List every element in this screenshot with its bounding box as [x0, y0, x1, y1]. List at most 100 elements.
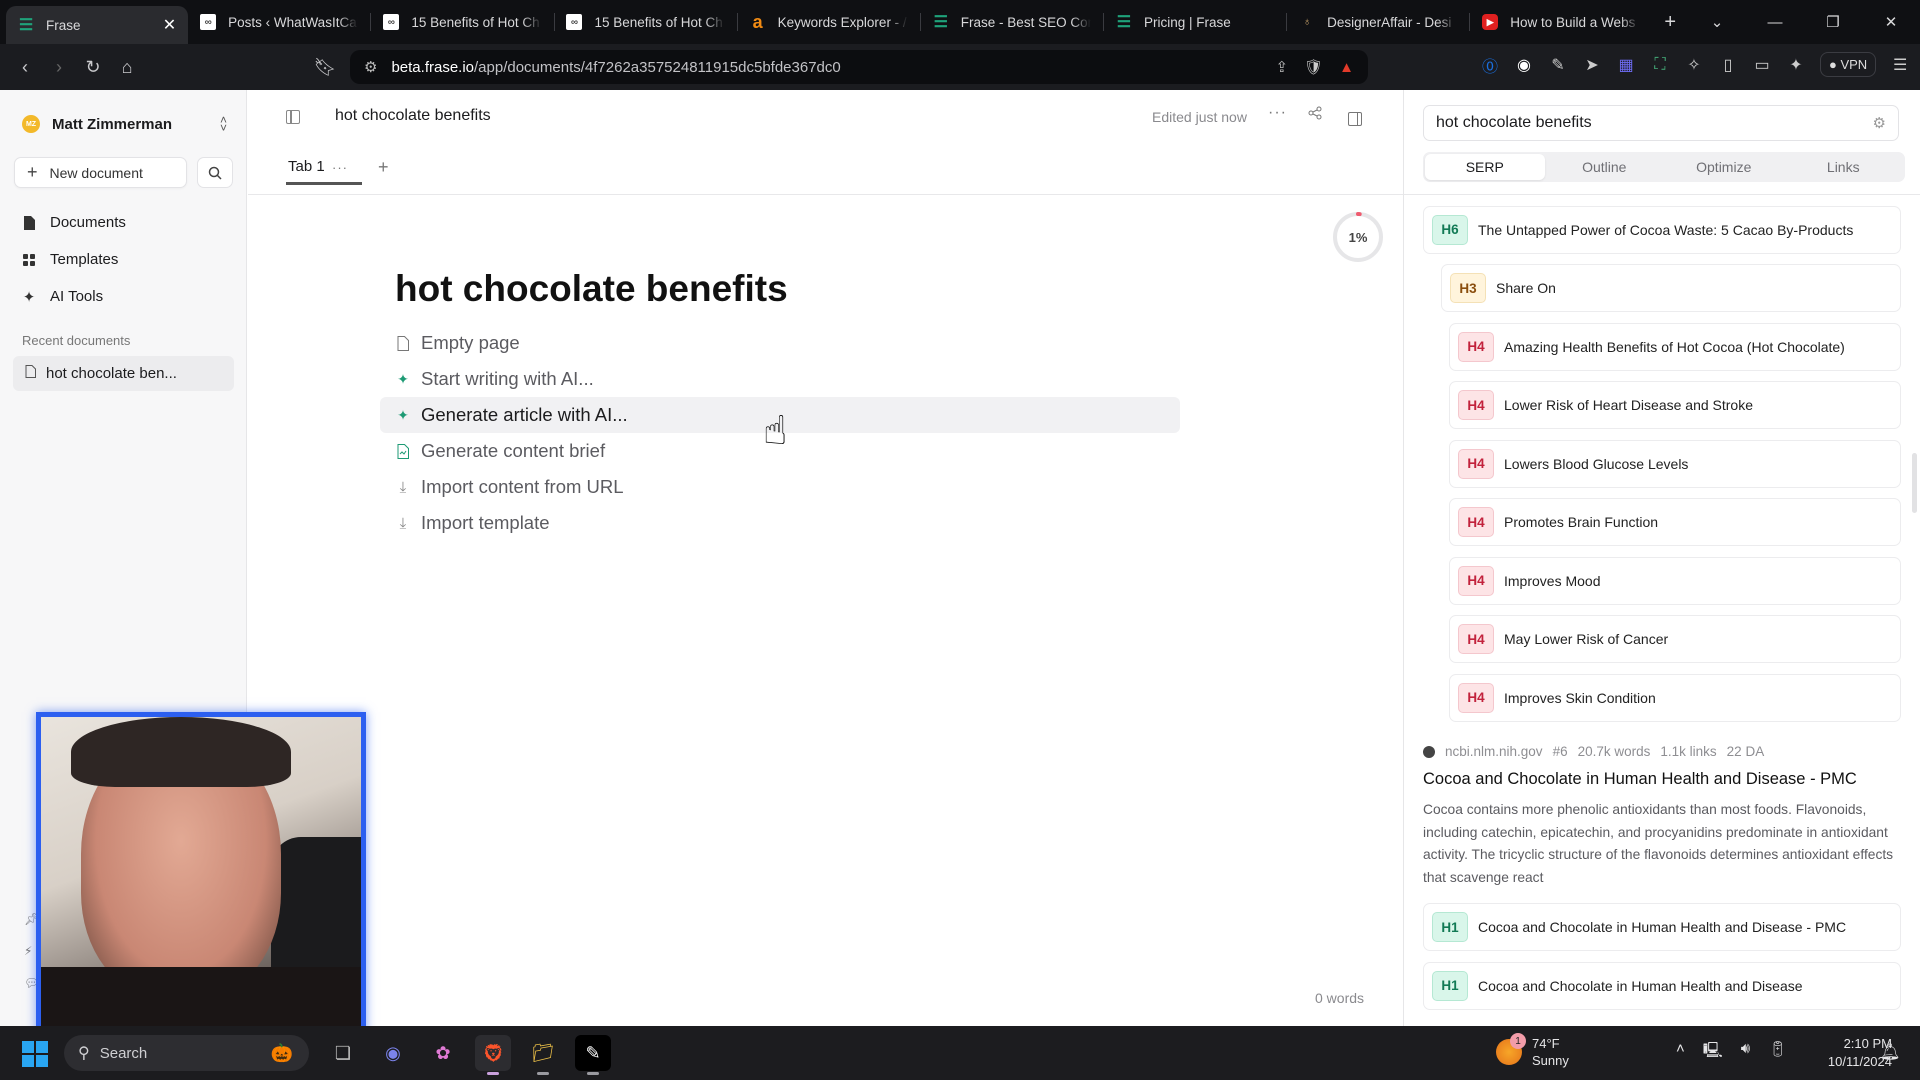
tab-1[interactable]: Tab 1: [286, 150, 362, 185]
tab-links[interactable]: Links: [1784, 154, 1904, 180]
close-tab-icon[interactable]: ✕: [163, 15, 176, 35]
leo-ai-icon[interactable]: ✦: [1786, 55, 1806, 75]
restore-icon[interactable]: ❐: [1804, 13, 1862, 31]
back-icon[interactable]: ‹: [8, 57, 42, 78]
address-bar[interactable]: ⚙︎ beta.frase.io/app/documents/4f7262a35…: [350, 50, 1368, 84]
heading-item[interactable]: H4 Lowers Blood Glucose Levels: [1449, 439, 1901, 488]
heading-item[interactable]: H4 Improves Mood: [1449, 556, 1901, 605]
battery-icon[interactable]: 🔋︎: [1768, 1040, 1787, 1065]
heading-item[interactable]: H4 Lower Risk of Heart Disease and Stroke: [1449, 381, 1901, 429]
bookmark-icon[interactable]: 🔖︎: [308, 57, 342, 78]
home-icon[interactable]: ⌂: [110, 57, 144, 78]
document-name[interactable]: hot chocolate benefits: [335, 107, 491, 125]
tab-more-icon[interactable]: ···: [332, 160, 348, 175]
forward-icon[interactable]: ›: [42, 57, 76, 78]
menu-icon[interactable]: ☰: [1890, 55, 1910, 75]
brave-shields-icon[interactable]: 🛡︎: [1304, 58, 1323, 76]
start-writing-ai-option[interactable]: ✦ Start writing with AI...: [380, 361, 1180, 397]
file-icon: [395, 335, 411, 351]
search-button[interactable]: [197, 157, 233, 188]
volume-icon[interactable]: 🔊︎: [1741, 1040, 1750, 1065]
weather-widget[interactable]: 1 74°F Sunny: [1496, 1033, 1569, 1069]
brave-rewards-icon[interactable]: ▲: [1339, 59, 1354, 76]
heading-item[interactable]: H1 Cocoa and Chocolate in Human Health an…: [1423, 903, 1901, 951]
extensions-icon[interactable]: ✧: [1684, 55, 1704, 75]
taskbar-search[interactable]: ⚲ Search 🎃: [64, 1035, 309, 1071]
tab-search-icon[interactable]: ⌄: [1688, 13, 1746, 31]
start-button[interactable]: [22, 1041, 48, 1067]
translate-extension-icon[interactable]: ▦: [1616, 55, 1636, 75]
brave-browser-icon[interactable]: 🦁︎: [475, 1035, 511, 1075]
minimize-icon[interactable]: —: [1746, 14, 1804, 31]
browser-tab[interactable]: ☰ Frase ✕: [6, 6, 189, 44]
search-icon: ⚲: [78, 1045, 90, 1062]
workspace-switcher[interactable]: MZ Matt Zimmerman ˄ ˅: [22, 112, 227, 136]
heading-item[interactable]: H3 Share On: [1441, 264, 1901, 312]
share-icon[interactable]: [1308, 106, 1322, 125]
heading-item[interactable]: H6 The Untapped Power of Cocoa Waste: 5 C…: [1423, 205, 1901, 254]
heading-level-badge: H4: [1458, 624, 1494, 654]
toggle-sidebar-icon[interactable]: [286, 110, 300, 124]
browser-tab[interactable]: ▶ How to Build a Webs: [1470, 5, 1652, 39]
wallet-icon[interactable]: ▭: [1752, 55, 1772, 75]
heading-item[interactable]: H4 May Lower Risk of Cancer: [1449, 615, 1901, 663]
heading-item[interactable]: H1 Cocoa and Chocolate in Human Health an…: [1423, 961, 1901, 1010]
tab-optimize[interactable]: Optimize: [1664, 154, 1784, 180]
share-icon[interactable]: ⇪: [1276, 58, 1289, 76]
screenshot-extension-icon[interactable]: ⛶: [1650, 55, 1670, 75]
recent-document-item[interactable]: hot chocolate ben...: [13, 356, 234, 391]
keyword-input[interactable]: hot chocolate benefits ⚙︎: [1423, 105, 1899, 141]
chevron-up-icon[interactable]: ˄: [1676, 1040, 1685, 1065]
more-options-icon[interactable]: ···: [1268, 104, 1287, 122]
sidebar-item-ai-tools[interactable]: ✦ AI Tools: [22, 278, 232, 315]
sidebar-icon[interactable]: ▯: [1718, 55, 1738, 75]
clock[interactable]: 2:10 PM 10/11/2024: [1800, 1035, 1892, 1071]
notification-bell-icon[interactable]: 🔔︎: [1880, 1042, 1900, 1062]
sidebar-item-templates[interactable]: Templates: [22, 241, 232, 278]
vpn-button[interactable]: ● VPN: [1820, 52, 1877, 77]
scrollbar[interactable]: [1912, 453, 1917, 513]
import-template-option[interactable]: ⤓ Import template: [380, 505, 1180, 541]
browser-tab[interactable]: ♁ DesignerAffair - Desi: [1287, 5, 1469, 39]
browser-tab[interactable]: a Keywords Explorer - /: [738, 5, 920, 39]
heading-item[interactable]: H4 Promotes Brain Function: [1449, 498, 1901, 546]
browser-tab[interactable]: ∞ Posts ‹ WhatWasItCal: [188, 5, 370, 39]
color-picker-extension-icon[interactable]: ✎: [1548, 55, 1568, 75]
file-icon: [25, 365, 36, 382]
tab-serp[interactable]: SERP: [1425, 154, 1545, 180]
toggle-right-panel-icon[interactable]: [1348, 112, 1362, 126]
import-from-url-option[interactable]: ⤓ Import content from URL: [380, 469, 1180, 505]
network-icon[interactable]: 🖳︎: [1703, 1040, 1723, 1065]
drop-extension-icon[interactable]: ◉: [1514, 55, 1534, 75]
brief-icon: [395, 443, 411, 459]
window-close-icon[interactable]: ✕: [1862, 13, 1920, 31]
gear-icon[interactable]: ⚙︎: [1873, 114, 1886, 132]
serp-results-scroll[interactable]: H4LoginH6The Untapped Power of Cocoa Was…: [1404, 195, 1920, 1026]
browser-tab[interactable]: ∞ 15 Benefits of Hot Ch: [371, 5, 553, 39]
file-explorer-icon[interactable]: 📁︎: [525, 1035, 561, 1075]
reload-icon[interactable]: ↻: [76, 57, 110, 78]
task-view-icon[interactable]: ❏: [325, 1035, 361, 1071]
serp-domain[interactable]: ncbi.nlm.nih.gov: [1445, 744, 1543, 759]
empty-page-option[interactable]: Empty page: [380, 325, 1180, 361]
serp-result-title[interactable]: Cocoa and Chocolate in Human Health and …: [1423, 770, 1857, 789]
document-title[interactable]: hot chocolate benefits: [395, 268, 788, 310]
browser-tab[interactable]: ☰ Frase - Best SEO Cont: [921, 5, 1103, 39]
wordpress-icon: ∞: [566, 14, 583, 30]
heading-item[interactable]: H4 Improves Skin Condition: [1449, 673, 1901, 722]
send-extension-icon[interactable]: ➤: [1582, 55, 1602, 75]
add-tab-button[interactable]: +: [378, 157, 389, 178]
capture-app-icon[interactable]: ✎: [575, 1035, 611, 1075]
heading-item[interactable]: H4 Amazing Health Benefits of Hot Cocoa (…: [1449, 322, 1901, 371]
copilot-icon[interactable]: ✿: [425, 1035, 461, 1071]
browser-tab[interactable]: ☰ Pricing | Frase: [1104, 5, 1286, 39]
sidebar-item-documents[interactable]: Documents: [22, 204, 232, 241]
browser-tab[interactable]: ∞ 15 Benefits of Hot Ch: [554, 5, 736, 39]
tab-outline[interactable]: Outline: [1545, 154, 1665, 180]
meet-app-icon[interactable]: ◉: [375, 1035, 411, 1071]
content-score-ring[interactable]: 1%: [1331, 210, 1385, 264]
password-manager-extension-icon[interactable]: ⓪: [1480, 55, 1500, 76]
new-document-button[interactable]: + New document: [14, 157, 187, 188]
new-tab-button[interactable]: +: [1652, 11, 1688, 34]
site-settings-icon[interactable]: ⚙︎: [364, 58, 377, 76]
